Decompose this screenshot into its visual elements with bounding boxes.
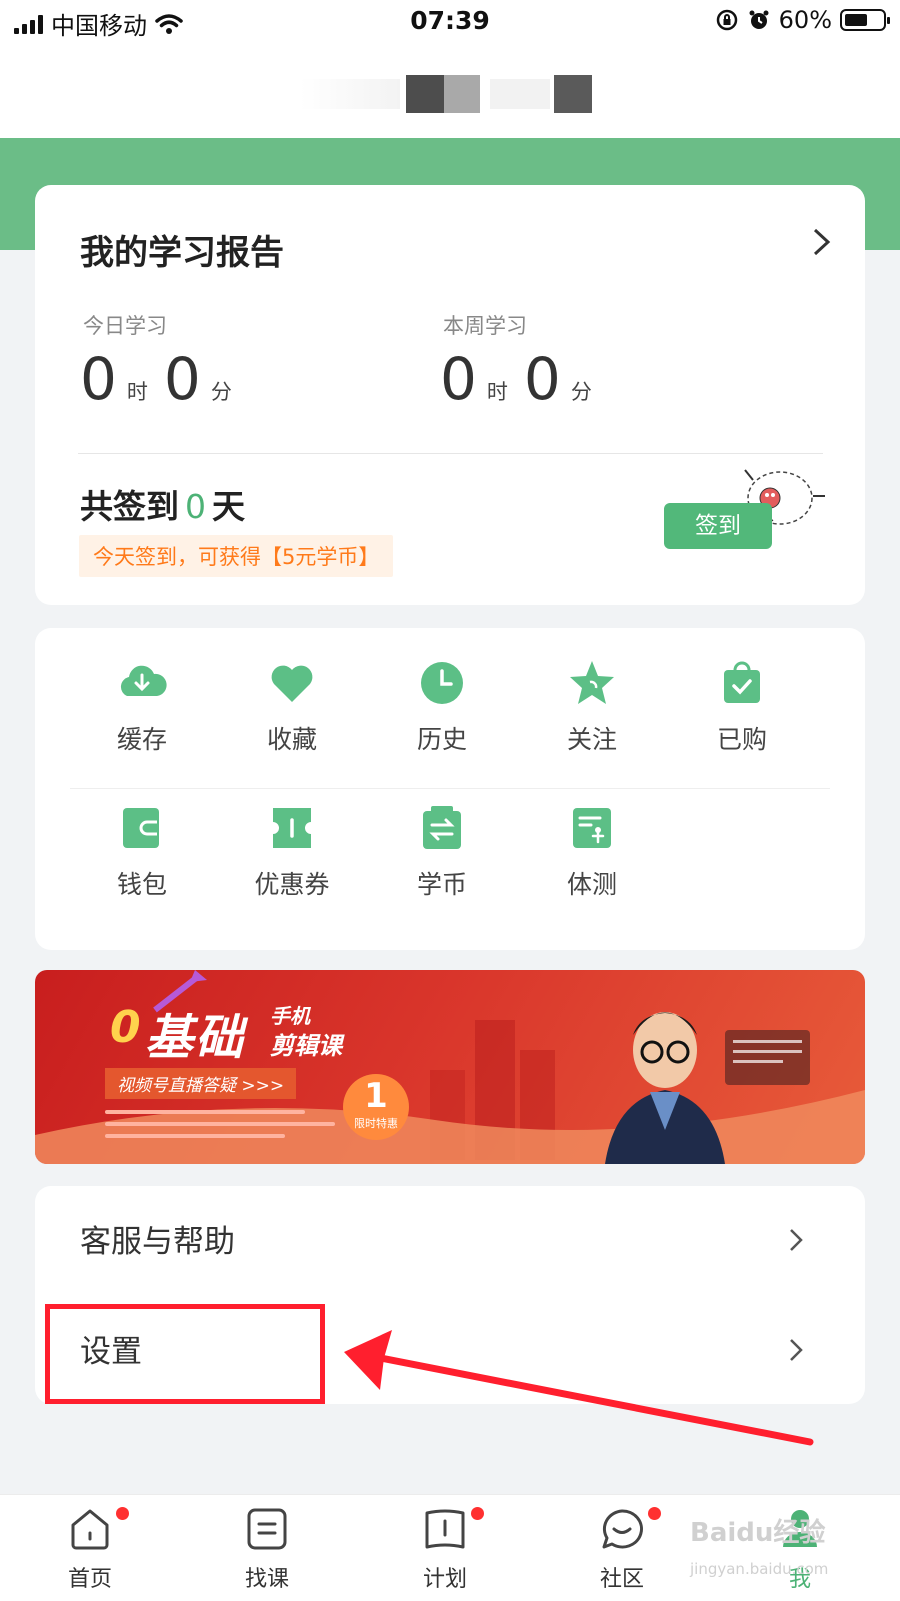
coupon-icon xyxy=(267,803,317,853)
battery-icon xyxy=(840,9,890,31)
star-icon xyxy=(567,658,617,708)
signin-reward-text: 今天签到，可获得【5元学币】 xyxy=(79,535,394,577)
menu-item-follow[interactable]: 关注 xyxy=(517,658,667,756)
banner-fine-print xyxy=(105,1110,345,1150)
menu-item-coupons[interactable]: 优惠券 xyxy=(217,803,367,901)
test-report-icon xyxy=(567,803,617,853)
alarm-icon xyxy=(749,10,769,29)
chevron-right-icon[interactable] xyxy=(810,225,834,268)
home-icon xyxy=(71,1509,109,1550)
notification-dot xyxy=(116,1507,129,1520)
help-label: 客服与帮助 xyxy=(80,1224,235,1260)
status-right: 60% xyxy=(715,6,890,34)
signin-button[interactable]: 签到 xyxy=(664,503,772,549)
today-study-label: 今日学习 xyxy=(83,314,167,338)
tab-home[interactable]: 首页 xyxy=(40,1507,140,1593)
tab-community[interactable]: 社区 xyxy=(572,1507,672,1593)
menu-row-divider xyxy=(70,788,830,789)
plan-icon xyxy=(425,1509,465,1549)
annotation-highlight-box xyxy=(45,1304,325,1404)
rotation-lock-icon xyxy=(716,9,737,31)
blurred-username xyxy=(300,75,600,113)
notification-dot xyxy=(471,1507,484,1520)
menu-item-history[interactable]: 历史 xyxy=(367,658,517,756)
instructor-photo xyxy=(605,1012,725,1164)
shopping-bag-icon xyxy=(717,658,767,708)
download-cloud-icon xyxy=(117,658,167,708)
watermark-url: jingyan.baidu.com xyxy=(690,1560,829,1578)
signin-count: 共签到 0 天 xyxy=(80,487,245,526)
menu-item-fitness-test[interactable]: 体测 xyxy=(517,803,667,901)
banner-price-badge: 1 限时特惠 xyxy=(343,1074,409,1140)
clock-icon xyxy=(417,658,467,708)
menu-item-coins[interactable]: 学币 xyxy=(367,803,517,901)
chevron-right-icon xyxy=(790,1229,803,1251)
watermark: Baidu经验 xyxy=(690,1518,826,1548)
week-study-label: 本周学习 xyxy=(443,314,527,338)
banner-num: 0 xyxy=(110,1002,141,1053)
menu-item-cache[interactable]: 缓存 xyxy=(67,658,217,756)
tab-plan[interactable]: 计划 xyxy=(395,1507,495,1593)
banner-title-tag2: 剪辑课 xyxy=(270,1032,342,1060)
menu-item-favorites[interactable]: 收藏 xyxy=(217,658,367,756)
battery-percent: 60% xyxy=(778,6,832,34)
heart-icon xyxy=(267,658,317,708)
report-title: 我的学习报告 xyxy=(80,233,284,273)
notification-dot xyxy=(648,1507,661,1520)
banner-title: 基础 xyxy=(145,1010,246,1066)
menu-item-wallet[interactable]: 钱包 xyxy=(67,803,217,901)
divider xyxy=(78,453,823,454)
today-study-value: 0时 0分 xyxy=(80,345,232,413)
feature-menu-card: 缓存 收藏 历史 关注 已购 钱包 优惠券 学币 体测 xyxy=(35,628,865,950)
community-icon xyxy=(602,1509,643,1549)
menu-item-purchased[interactable]: 已购 xyxy=(667,658,817,756)
promo-banner[interactable]: 0 基础 手机 剪辑课 视频号直播答疑 >>> 1 限时特惠 xyxy=(35,970,865,1164)
instructor-info-box xyxy=(725,1030,810,1085)
status-bar: 中国移动 07:39 60% xyxy=(0,0,900,46)
study-report-card[interactable]: 我的学习报告 今日学习 0时 0分 本周学习 0时 0分 共签到 0 天 今天签到，… xyxy=(35,185,865,605)
annotation-arrow xyxy=(344,1330,814,1446)
coin-exchange-icon xyxy=(417,803,467,853)
tab-find-course[interactable]: 找课 xyxy=(217,1507,317,1593)
list-row-help[interactable]: 客服与帮助 xyxy=(35,1186,865,1294)
wallet-icon xyxy=(117,803,167,853)
banner-subtitle: 视频号直播答疑 >>> xyxy=(105,1068,297,1099)
search-course-icon xyxy=(247,1508,287,1550)
banner-title-tag1: 手机 xyxy=(270,1004,310,1028)
week-study-value: 0时 0分 xyxy=(440,345,592,413)
